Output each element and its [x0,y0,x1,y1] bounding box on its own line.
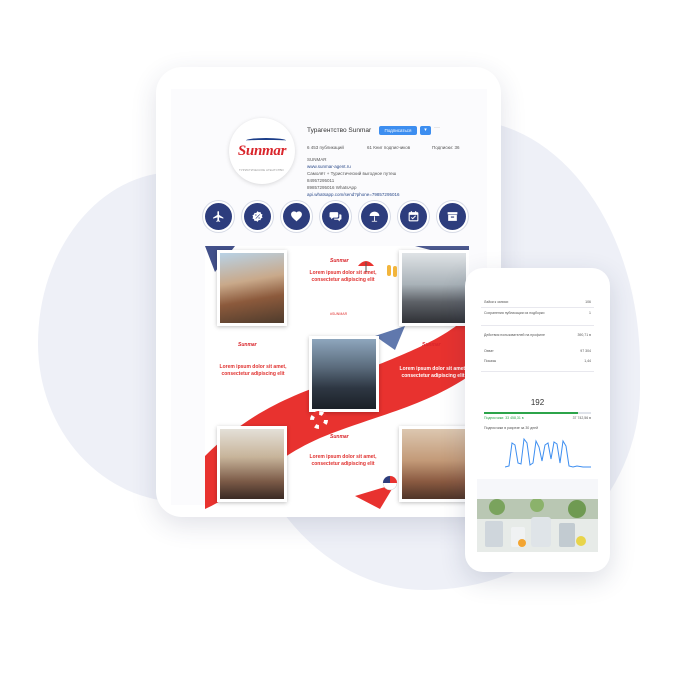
instagram-profile-screen: Sunmar ТУРИСТИЧЕСКОЕ АГЕНТСТВО Турагентс… [171,89,487,509]
divider [481,325,594,326]
bio-link[interactable]: api.whatsapp.com/send?phone=79857295016 [307,192,399,197]
tablet-mockup: Sunmar ТУРИСТИЧЕСКОЕ АГЕНТСТВО Турагентс… [156,67,501,517]
chat-bubbles-icon [329,212,342,222]
stat-row: Действия пользователей на профиле 390,71… [484,333,591,337]
progress-labels: Подписчики: 33 458,31 в 37 742,56 в [484,416,591,420]
post-image[interactable] [309,336,379,412]
bio-line: SUNMAR [307,157,327,162]
post-hashtag: #SUNMAR [422,404,440,408]
followers-progress-bar [484,412,591,414]
activity-line-chart [505,437,591,468]
bio-line: Самолёт + Туристический выгодное путеш [307,171,397,176]
chart-caption-row: Подписчики в разрезе за 30 дней [484,426,591,430]
lifebuoy-icon [310,411,328,429]
post-hashtag: #SUNMAR [330,312,348,316]
beach-umbrella-icon [358,261,374,272]
post-brand-logo: Sunmar [330,434,349,440]
post-brand-logo: Sunmar [330,258,349,264]
post-hashtag: #SUNMAR [238,404,256,408]
beach-umbrella-icon [369,211,380,222]
sandals-icon [387,265,397,277]
highlight-discount[interactable] [244,203,271,230]
stat-label: Сохранения публикации из подборки [484,311,545,315]
post-grid: Sunmar Lorem ipsum dolor sit amet, conse… [205,246,469,509]
stat-label: Действия пользователей на профиле [484,333,545,337]
brand-logo-subtitle: ТУРИСТИЧЕСКОЕ АГЕНТСТВО [239,168,284,172]
stat-label: Показы [484,359,497,363]
divider [481,371,594,372]
post-statistics-screen: Лайки к записи 106 Сохранения публикации… [477,287,598,552]
progress-fill [484,412,579,414]
bio-line: 89857295016 WhatsApp [307,185,357,190]
bio-link[interactable]: www.sunmar-agent.ru [307,164,351,169]
phone-mockup: Лайки к записи 106 Сохранения публикации… [465,268,610,572]
post-image[interactable] [217,250,287,326]
highlight-airplane[interactable] [205,203,232,230]
highlight-archive[interactable] [439,203,466,230]
stat-row: Лайки к записи 106 [484,300,591,304]
followers-count[interactable]: 61 Книг подписчиков [367,145,410,150]
stat-value: 106 [585,300,591,304]
stat-label: Охват [484,349,494,353]
follow-button[interactable]: Подписаться [379,126,417,135]
following-count[interactable]: Подписки: 36 [432,145,459,150]
progress-label-left: Подписчики: 33 458,31 в [484,416,524,420]
post-image[interactable] [399,426,469,502]
highlight-booking[interactable] [400,203,427,230]
stat-value: 1,44 [584,359,591,363]
calendar-check-icon [408,211,419,222]
stat-row: Сохранения публикации из подборки 1 [484,311,591,315]
beach-ball-icon [382,475,398,491]
post-caption: Lorem ipsum dolor sit amet, consectetur … [309,454,377,467]
posts-count: 6 453 публикаций [307,145,344,150]
profile-username: Турагентство Sunmar [307,127,372,134]
big-metric-value: 192 [530,398,545,407]
stat-value: 1 [589,311,591,315]
post-image[interactable] [399,250,469,326]
percent-badge-icon [252,211,263,222]
progress-label-right: 37 742,56 в [572,416,591,420]
chart-caption: Подписчики в разрезе за 30 дней [484,426,539,430]
stat-label: Лайки к записи [484,300,509,304]
statistics-card: Лайки к записи 106 Сохранения публикации… [477,287,598,479]
dropdown-button[interactable]: ▾ [420,126,431,135]
post-image[interactable] [217,426,287,502]
avatar[interactable]: Sunmar ТУРИСТИЧЕСКОЕ АГЕНТСТВО [229,118,295,184]
post-preview-image[interactable] [477,498,598,552]
divider [481,307,594,308]
kitchen-photo [477,498,598,552]
stat-value: 390,71 в [577,333,591,337]
stat-row: Показы 1,44 [484,359,591,363]
highlight-reviews[interactable] [322,203,349,230]
post-brand-logo: Sunmar [238,342,257,348]
highlight-beach[interactable] [361,203,388,230]
post-brand-logo: Sunmar [422,342,441,348]
archive-box-icon [447,212,458,221]
post-hashtag: #SUNMAR [330,492,348,496]
stat-row: Охват 97 304 [484,349,591,353]
activity-series-line [505,437,591,468]
stat-value: 97 304 [580,349,591,353]
post-caption: Lorem ipsum dolor sit amet, consectetur … [219,364,287,377]
bio-line: 84957295011 [307,178,335,183]
post-caption: Lorem ipsum dolor sit amet, consectetur … [399,366,467,379]
airplane-icon [213,211,224,222]
more-options-button[interactable]: ··· [434,125,440,131]
brand-logo: Sunmar [237,137,287,159]
highlight-favorites[interactable] [283,203,310,230]
heart-icon [291,211,302,222]
